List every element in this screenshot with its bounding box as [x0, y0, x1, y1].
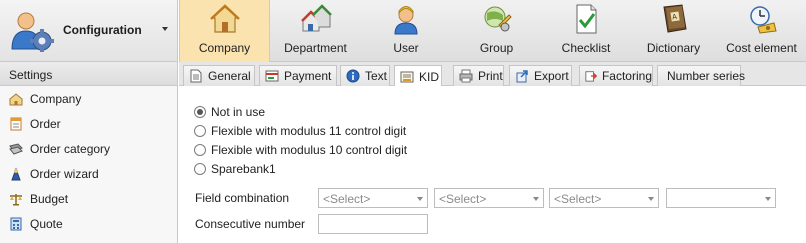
- field-combination-select-3[interactable]: <Select>: [549, 188, 659, 208]
- radio-button[interactable]: [194, 125, 206, 137]
- ribbon-label: User: [393, 41, 419, 55]
- ribbon-button-user[interactable]: User: [361, 0, 451, 62]
- sidebar-item-label: Order wizard: [30, 166, 99, 181]
- sidebar-item-label: Order category: [30, 141, 111, 156]
- house-icon: [9, 92, 23, 105]
- radio-button[interactable]: [194, 163, 206, 175]
- sidebar-item-order-category[interactable]: Order category: [0, 136, 177, 161]
- ribbon-label: Cost element: [726, 41, 797, 55]
- radio-label: Not in use: [211, 105, 266, 119]
- sidebar-item-label: Quote: [30, 216, 63, 231]
- sidebar-item-order-wizard[interactable]: Order wizard: [0, 161, 177, 186]
- house-icon: [209, 4, 240, 33]
- kid-settings-panel: Not in use Flexible with modulus 11 cont…: [179, 86, 806, 243]
- radio-modulus-11[interactable]: Flexible with modulus 11 control digit: [194, 123, 406, 139]
- consecutive-number-input[interactable]: [318, 214, 428, 234]
- tab-factoring[interactable]: Factoring: [579, 65, 653, 86]
- export-icon: [516, 70, 528, 83]
- dictionary-icon: A: [662, 4, 687, 33]
- radio-not-in-use[interactable]: Not in use: [194, 104, 265, 120]
- ribbon-button-checklist[interactable]: Checklist: [542, 0, 630, 62]
- document-icon: [190, 69, 202, 83]
- chevron-down-icon: [417, 197, 423, 201]
- tab-kid[interactable]: KID: [394, 65, 442, 87]
- configuration-header[interactable]: Configuration: [0, 0, 178, 62]
- calculator-icon: [10, 217, 22, 230]
- ribbon-button-cost-element[interactable]: Cost element: [717, 0, 806, 62]
- sidebar-item-budget[interactable]: Budget: [0, 186, 177, 211]
- radio-sparebank1[interactable]: Sparebank1: [194, 161, 276, 177]
- ribbon-label: Checklist: [561, 41, 611, 55]
- radio-button[interactable]: [194, 144, 206, 156]
- sidebar-item-label: Order: [30, 116, 61, 131]
- scales-icon: [10, 193, 22, 205]
- tab-bar: General Payment Text KID Print Export Fa…: [179, 62, 806, 87]
- tab-label: Number series: [667, 69, 746, 83]
- app-title: Configuration: [63, 23, 142, 37]
- ribbon-label: Group: [479, 41, 514, 55]
- ribbon-toolbar: Company Department User Group Checklist …: [179, 0, 806, 62]
- tab-label: Payment: [284, 69, 332, 83]
- radio-label: Flexible with modulus 11 control digit: [211, 124, 407, 138]
- radio-button[interactable]: [194, 106, 206, 118]
- field-combination-label: Field combination: [195, 191, 290, 205]
- ribbon-button-dictionary[interactable]: A Dictionary: [630, 0, 717, 62]
- kid-icon: [400, 71, 414, 82]
- tab-general[interactable]: General: [183, 65, 255, 86]
- tab-print[interactable]: Print: [453, 65, 504, 86]
- ribbon-label: Company: [198, 41, 251, 55]
- sidebar-item-quote[interactable]: Quote: [0, 211, 177, 236]
- select-value: <Select>: [439, 192, 487, 206]
- tab-label: General: [208, 69, 251, 83]
- sidebar-item-label: Budget: [30, 191, 69, 206]
- ribbon-label: Dictionary: [646, 41, 701, 55]
- tab-label: Text: [365, 69, 388, 83]
- field-combination-select-2[interactable]: <Select>: [434, 188, 544, 208]
- cost-element-icon: [749, 6, 777, 34]
- field-combination-select-1[interactable]: <Select>: [318, 188, 428, 208]
- field-combination-select-4[interactable]: [666, 188, 776, 208]
- ribbon-label: Department: [284, 41, 347, 55]
- factoring-icon: [585, 71, 597, 82]
- select-value: <Select>: [554, 192, 602, 206]
- tab-label: Export: [534, 69, 569, 83]
- wizard-icon: [11, 167, 21, 180]
- payment-icon: [265, 70, 279, 82]
- chevron-down-icon: [765, 197, 771, 201]
- chevron-down-icon: [648, 197, 654, 201]
- tab-label: KID: [419, 69, 440, 84]
- buildings-icon: [300, 4, 332, 32]
- info-icon: [346, 69, 360, 83]
- radio-label: Flexible with modulus 10 control digit: [211, 143, 408, 157]
- group-icon: [484, 6, 512, 32]
- tab-text[interactable]: Text: [340, 65, 390, 86]
- chevron-down-icon[interactable]: [162, 27, 168, 31]
- ribbon-button-department[interactable]: Department: [270, 0, 361, 62]
- sidebar-item-company[interactable]: Company: [0, 86, 177, 111]
- tab-label: Factoring: [601, 69, 652, 83]
- order-icon: [10, 117, 22, 130]
- printer-icon: [459, 69, 473, 83]
- tab-label: Print: [478, 69, 503, 83]
- user-icon: [394, 6, 418, 35]
- consecutive-number-label: Consecutive number: [195, 217, 306, 231]
- order-category-icon: [9, 142, 23, 155]
- sidebar-item-label: Company: [30, 91, 82, 106]
- tab-payment[interactable]: Payment: [259, 65, 337, 86]
- sidebar-nav: Company Order Order category Order wizar…: [0, 86, 178, 243]
- ribbon-button-company[interactable]: Company: [179, 0, 270, 62]
- ribbon-button-group[interactable]: Group: [451, 0, 542, 62]
- settings-header: Settings: [0, 62, 178, 86]
- user-settings-icon: [11, 12, 54, 52]
- tab-export[interactable]: Export: [509, 65, 572, 86]
- select-value: <Select>: [323, 192, 371, 206]
- tab-number-series[interactable]: Number series: [657, 65, 745, 86]
- radio-modulus-10[interactable]: Flexible with modulus 10 control digit: [194, 142, 407, 158]
- checklist-icon: [576, 4, 597, 34]
- sidebar-item-order[interactable]: Order: [0, 111, 177, 136]
- radio-label: Sparebank1: [211, 162, 276, 176]
- chevron-down-icon: [533, 197, 539, 201]
